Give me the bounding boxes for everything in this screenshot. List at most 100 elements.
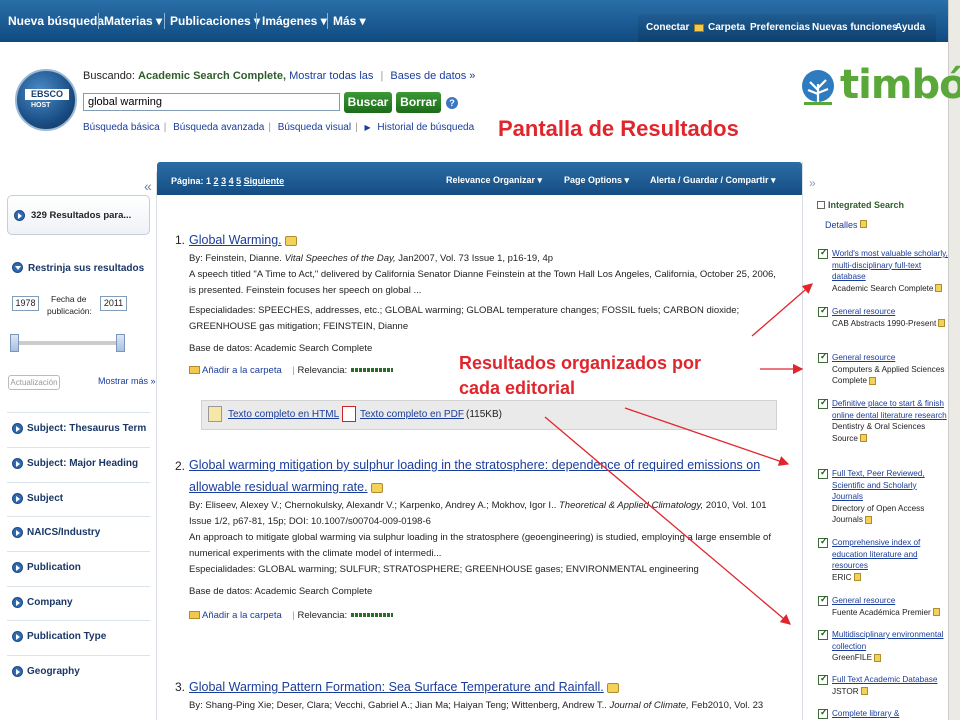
help-icon[interactable]: ? (446, 97, 458, 109)
checkbox[interactable] (818, 305, 828, 317)
add-to-folder-link[interactable]: Añadir a la carpeta (202, 365, 282, 376)
nav-subjects[interactable]: Materias ▾ (104, 14, 162, 28)
note-icon (859, 220, 867, 228)
next-page-link[interactable]: Siguiente (244, 176, 285, 186)
search-history-link[interactable]: Historial de búsqueda (377, 122, 474, 133)
results-count-box[interactable]: 329 Resultados para... (7, 195, 150, 235)
slider-handle-left[interactable] (10, 334, 19, 352)
clear-button[interactable]: Borrar (396, 92, 441, 113)
checkbox[interactable] (818, 536, 828, 548)
visual-search-link[interactable]: Búsqueda visual (278, 122, 351, 133)
html-full-text-link[interactable]: Texto completo en HTML (228, 409, 339, 420)
db-description-link[interactable]: World's most valuable scholarly, multi-d… (832, 249, 948, 281)
expand-circle-icon (12, 527, 23, 538)
checkbox[interactable] (818, 397, 828, 409)
pdf-full-text-link[interactable]: Texto completo en PDF (360, 409, 464, 420)
page-link[interactable]: 5 (236, 176, 241, 186)
tree-icon (802, 70, 834, 105)
help-link[interactable]: Ayuda (895, 22, 925, 33)
expand-circle-icon (12, 562, 23, 573)
collapse-left-icon[interactable]: « (144, 178, 152, 194)
advanced-search-link[interactable]: Búsqueda avanzada (173, 122, 264, 133)
searching-line: Buscando: Academic Search Complete, Most… (83, 70, 475, 82)
search-input[interactable] (83, 93, 340, 111)
sort-dropdown[interactable]: Relevance Organizar ▾ (446, 175, 542, 186)
page-options-dropdown[interactable]: Page Options ▾ (564, 175, 629, 186)
checkbox[interactable] (818, 673, 828, 685)
search-button[interactable]: Buscar (344, 92, 392, 113)
result-title[interactable]: Global Warming. (189, 233, 282, 247)
nav-more[interactable]: Más ▾ (333, 14, 366, 28)
date-from-input[interactable]: 1978 (12, 296, 39, 311)
date-to-input[interactable]: 2011 (100, 296, 127, 311)
facet-publication[interactable]: Publication (7, 551, 150, 581)
collapse-circle-icon[interactable] (12, 262, 23, 273)
checkbox[interactable] (818, 247, 828, 259)
db-name: JSTOR (832, 686, 859, 696)
db-name: Directory of Open Access Journals (832, 503, 925, 525)
facet-publication-type[interactable]: Publication Type (7, 620, 150, 650)
facet-thesaurus[interactable]: Subject: Thesaurus Term (7, 412, 150, 442)
databases-link[interactable]: Bases de datos » (390, 70, 475, 82)
result-title-cont[interactable]: allowable residual warming rate. (189, 480, 368, 494)
nav-new-search[interactable]: Nueva búsqueda (8, 14, 104, 28)
relevance-label: Relevancia: (297, 610, 348, 621)
expand-right-icon[interactable]: » (809, 176, 816, 190)
facet-geography[interactable]: Geography (7, 655, 150, 685)
window-scrollbar[interactable] (948, 0, 960, 720)
db-name: Dentistry & Oral Sciences Source (832, 422, 926, 443)
refine-results-label[interactable]: Restrinja sus resultados (28, 263, 144, 274)
result-title[interactable]: Global Warming Pattern Formation: Sea Su… (189, 680, 604, 694)
db-description-link[interactable]: Definitive place to start & finish onlin… (832, 399, 947, 420)
search-mode-links: Búsqueda básica | Búsqueda avanzada | Búsq… (83, 122, 475, 133)
add-to-folder-link[interactable]: Añadir a la carpeta (202, 610, 282, 621)
checkbox[interactable] (818, 351, 828, 363)
update-button[interactable]: Actualización (8, 375, 60, 390)
note-icon (935, 284, 943, 293)
db-description-link[interactable]: General resource (832, 596, 895, 605)
checkbox[interactable] (818, 707, 828, 719)
folder-icon (189, 611, 200, 620)
preview-icon[interactable] (606, 683, 619, 694)
date-slider[interactable] (10, 334, 125, 352)
facet-naics[interactable]: NAICS/Industry (7, 516, 150, 546)
preview-icon[interactable] (370, 483, 383, 494)
db-description-link[interactable]: Multidisciplinary environmental collecti… (832, 630, 944, 651)
checkbox[interactable] (818, 594, 828, 606)
full-text-bar: Texto completo en HTML Texto completo en… (201, 400, 777, 430)
ebsco-host-logo[interactable]: EBSCO HOST (15, 69, 77, 131)
folder-link[interactable]: Carpeta (708, 22, 745, 33)
collapse-box-icon (817, 201, 825, 209)
checkbox[interactable] (818, 467, 828, 479)
basic-search-link[interactable]: Búsqueda básica (83, 122, 160, 133)
sign-in-link[interactable]: Conectar (646, 22, 689, 33)
preview-icon[interactable] (284, 236, 297, 247)
checkbox[interactable] (818, 628, 828, 640)
annotation-text: Resultados organizados por cada editoria… (459, 351, 701, 401)
db-description-link[interactable]: General resource (832, 307, 895, 316)
page-link[interactable]: 4 (229, 176, 234, 186)
db-description-link[interactable]: Full Text, Peer Reviewed, Scientific and… (832, 469, 925, 501)
facet-subject[interactable]: Subject (7, 482, 150, 512)
preferences-link[interactable]: Preferencias (750, 22, 810, 33)
nav-images[interactable]: Imágenes ▾ (262, 14, 327, 28)
nav-publications[interactable]: Publicaciones ▾ (170, 14, 260, 28)
page-link[interactable]: 3 (221, 176, 226, 186)
db-description-link[interactable]: Complete library & (832, 709, 899, 718)
integrated-search-title[interactable]: Integrated Search (817, 200, 904, 210)
facet-major-heading[interactable]: Subject: Major Heading (7, 447, 150, 477)
show-all-link[interactable]: Mostrar todas las (289, 70, 373, 82)
page-link[interactable]: 2 (214, 176, 219, 186)
show-more-link[interactable]: Mostrar más » (98, 376, 156, 386)
db-description-link[interactable]: General resource (832, 353, 895, 362)
details-link[interactable]: Detalles (825, 220, 867, 230)
new-features-link[interactable]: Nuevas funciones (812, 22, 898, 33)
alert-save-share-dropdown[interactable]: Alerta / Guardar / Compartir ▾ (650, 175, 776, 186)
facet-company[interactable]: Company (7, 586, 150, 616)
db-description-link[interactable]: Full Text Academic Database (832, 675, 937, 684)
db-name: Computers & Applied Sciences Complete (832, 364, 945, 386)
result-title[interactable]: Global warming mitigation by sulphur loa… (189, 458, 760, 472)
db-name: ERIC (832, 572, 852, 582)
slider-handle-right[interactable] (116, 334, 125, 352)
db-description-link[interactable]: Comprehensive index of education literat… (832, 538, 920, 570)
